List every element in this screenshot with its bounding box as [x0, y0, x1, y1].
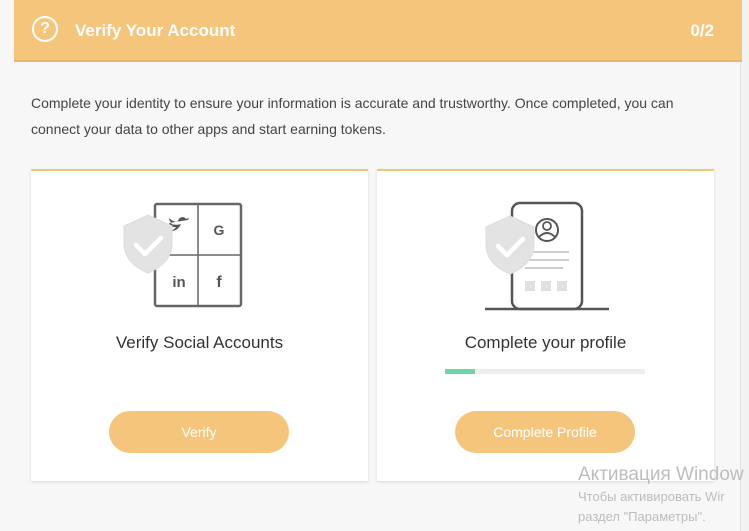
watermark-line-2: раздел "Параметры". — [578, 509, 706, 524]
question-mark-icon[interactable]: ? — [32, 16, 58, 42]
google-icon: G — [214, 222, 225, 238]
verify-social-card: G in f Verify Social Accounts Verify — [31, 169, 368, 481]
panel-description: Complete your identity to ensure your in… — [31, 95, 674, 137]
profile-illustration — [485, 201, 609, 311]
social-accounts-illustration: G in f — [123, 202, 243, 308]
verify-account-panel: ? Verify Your Account 0/2 Complete your … — [0, 0, 742, 531]
profile-progress-fill — [445, 369, 475, 374]
watermark-title: Активация Window — [578, 464, 744, 485]
profile-progress-bar — [445, 369, 645, 374]
verify-button[interactable]: Verify — [109, 411, 289, 453]
windows-activation-watermark: Активация Window Чтобы активировать Wir … — [578, 463, 744, 527]
complete-profile-title: Complete your profile — [464, 333, 627, 352]
panel-header: ? Verify Your Account 0/2 — [14, 0, 742, 62]
verify-social-title: Verify Social Accounts — [115, 333, 284, 352]
facebook-icon: f — [216, 274, 222, 291]
linkedin-icon: in — [172, 274, 185, 291]
verification-progress-count: 0/2 — [690, 21, 714, 40]
watermark-line-1: Чтобы активировать Wir — [578, 489, 725, 504]
complete-profile-button[interactable]: Complete Profile — [455, 411, 635, 453]
panel-title: Verify Your Account — [75, 21, 236, 40]
complete-profile-card: Complete your profile Complete Profile — [377, 169, 714, 481]
